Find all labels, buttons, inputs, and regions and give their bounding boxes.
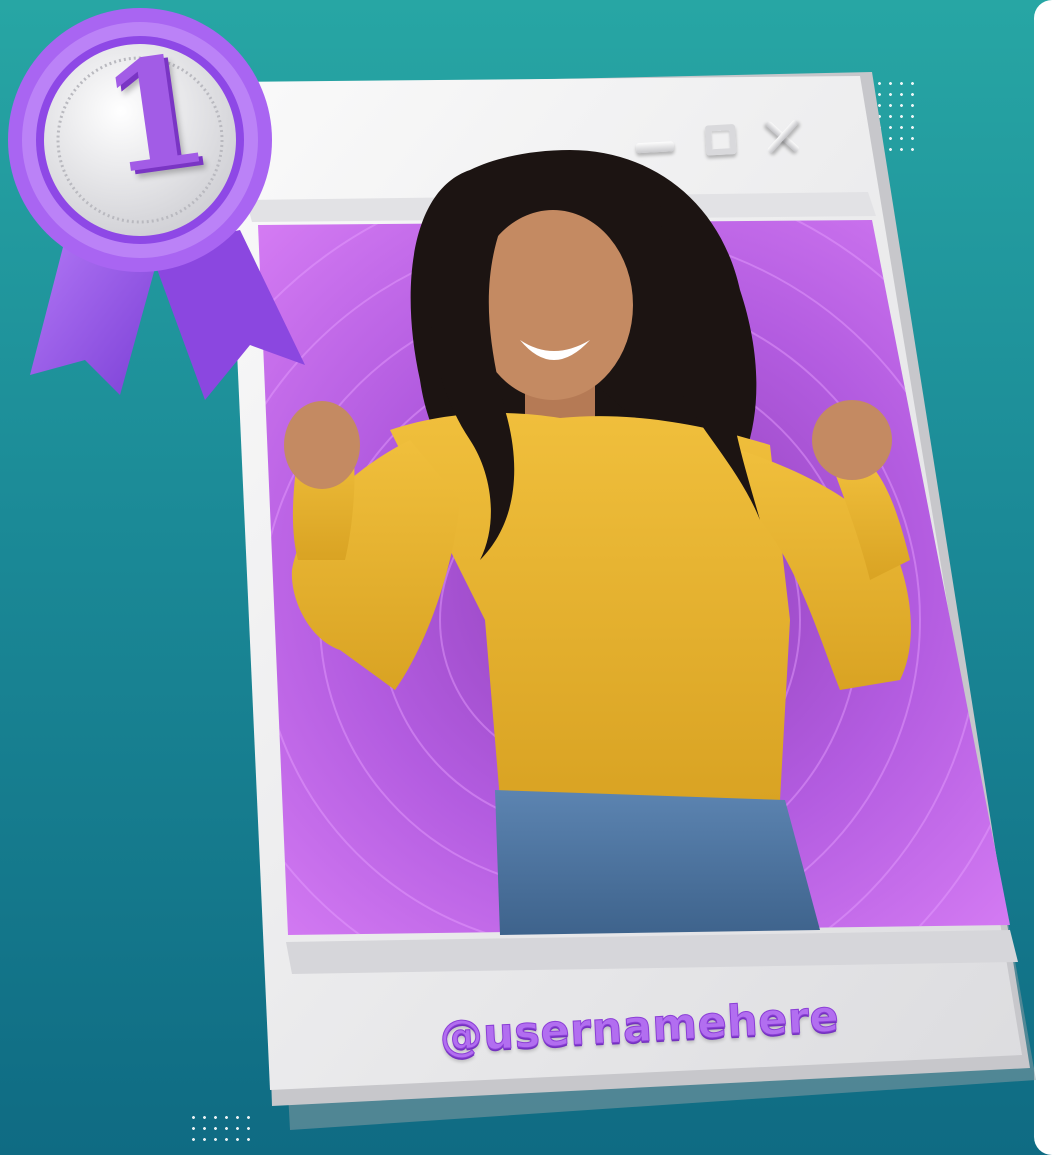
minimize-icon[interactable] (635, 141, 675, 154)
window-card: 1 @usernamehere (0, 0, 1052, 1155)
badge-number: 1 (91, 20, 219, 210)
close-icon[interactable] (758, 112, 806, 160)
maximize-icon[interactable] (704, 124, 737, 156)
